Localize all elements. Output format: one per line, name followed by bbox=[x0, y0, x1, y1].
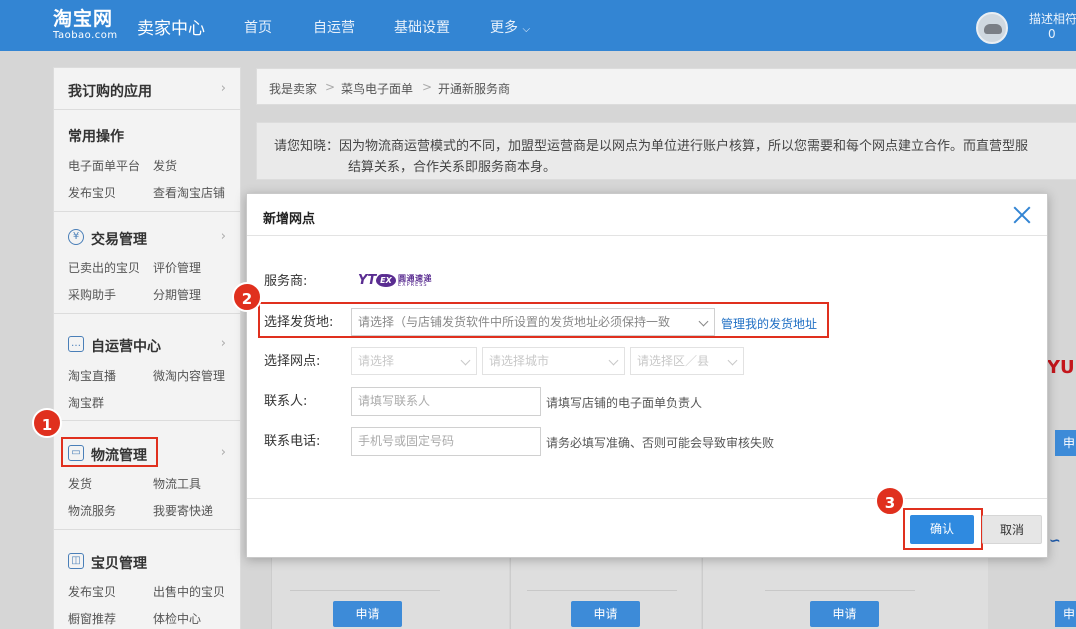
nav-self-operation[interactable]: 自运营 bbox=[313, 17, 355, 37]
sidebar-link[interactable]: 查看淘宝店铺 bbox=[153, 184, 225, 201]
sidebar-link[interactable]: 物流服务 bbox=[68, 502, 116, 519]
chevron-right-icon: › bbox=[220, 229, 226, 244]
breadcrumb-item[interactable]: 我是卖家 bbox=[269, 80, 317, 97]
sidebar-link[interactable]: 发布宝贝 bbox=[68, 184, 116, 201]
sidebar-goods-mgmt[interactable]: 宝贝管理 bbox=[91, 553, 147, 573]
sidebar-link[interactable]: 出售中的宝贝 bbox=[153, 583, 225, 600]
nav-basic-settings[interactable]: 基础设置 bbox=[394, 17, 450, 37]
highlight-logistics-box bbox=[61, 437, 158, 467]
sidebar-link[interactable]: 我要寄快递 bbox=[153, 502, 213, 519]
close-icon[interactable] bbox=[1011, 204, 1033, 226]
apply-button[interactable]: 申 bbox=[1055, 601, 1076, 627]
highlight-ship-from-box bbox=[258, 302, 829, 338]
breadcrumb-item[interactable]: 菜鸟电子面单 bbox=[341, 80, 413, 97]
province-select[interactable]: 请选择 bbox=[351, 347, 477, 375]
breadcrumb-sep: > bbox=[325, 80, 336, 94]
avatar[interactable] bbox=[976, 12, 1008, 44]
sidebar-link[interactable]: 淘宝群 bbox=[68, 394, 104, 411]
city-select[interactable]: 请选择城市 bbox=[482, 347, 625, 375]
divider bbox=[247, 498, 1047, 499]
chevron-down-icon bbox=[608, 355, 619, 366]
sidebar: 我订购的应用 › 常用操作 电子面单平台 发货 发布宝贝 查看淘宝店铺 ¥ 交易… bbox=[53, 67, 241, 629]
chevron-right-icon: › bbox=[220, 81, 226, 96]
dialog-title: 新增网点 bbox=[263, 212, 316, 227]
bag-icon: ◫ bbox=[68, 553, 84, 569]
currency-icon: ¥ bbox=[68, 229, 84, 245]
divider bbox=[54, 109, 240, 110]
sidebar-link[interactable]: 发布宝贝 bbox=[68, 583, 116, 600]
contact-hint: 请填写店铺的电子面单负责人 bbox=[546, 396, 703, 410]
divider bbox=[54, 313, 240, 314]
sidebar-link[interactable]: 电子面单平台 bbox=[68, 157, 140, 174]
step-badge-2: 2 bbox=[232, 282, 262, 312]
sidebar-link[interactable]: 体检中心 bbox=[153, 610, 201, 627]
sidebar-selfop-center[interactable]: 自运营中心 bbox=[91, 336, 161, 356]
apply-button[interactable]: 申请 bbox=[810, 601, 879, 627]
apply-button[interactable]: 申请 bbox=[333, 601, 402, 627]
sidebar-link[interactable]: 淘宝直播 bbox=[68, 367, 116, 384]
sidebar-my-apps[interactable]: 我订购的应用 bbox=[68, 81, 152, 101]
sidebar-link[interactable]: 发货 bbox=[68, 475, 92, 492]
sidebar-link[interactable]: 评价管理 bbox=[153, 259, 201, 276]
sidebar-common-ops: 常用操作 bbox=[68, 129, 124, 145]
breadcrumb: 我是卖家 > 菜鸟电子面单 > 开通新服务商 bbox=[256, 68, 1076, 105]
sidebar-link[interactable]: 已卖出的宝贝 bbox=[68, 259, 140, 276]
apply-button[interactable]: 申请 bbox=[571, 601, 640, 627]
outlet-label: 选择网点: bbox=[264, 354, 321, 369]
nav-more[interactable]: 更多 ⌵ bbox=[490, 17, 530, 37]
chevron-down-icon bbox=[460, 355, 471, 366]
district-select[interactable]: 请选择区／县 bbox=[630, 347, 744, 375]
chevron-down-icon: ⌵ bbox=[522, 24, 531, 35]
breadcrumb-item: 开通新服务商 bbox=[438, 82, 511, 96]
chevron-down-icon bbox=[727, 355, 738, 366]
sidebar-link[interactable]: 微淘内容管理 bbox=[153, 367, 225, 384]
apply-button[interactable]: 申 bbox=[1055, 430, 1076, 456]
notice-banner: 请您知晓：因为物流商运营模式的不同，加盟型运营商是以网点为单位进行账户核算，所以… bbox=[256, 122, 1076, 180]
sidebar-link[interactable]: 物流工具 bbox=[153, 475, 201, 492]
chat-icon: … bbox=[68, 336, 84, 352]
step-badge-3: 3 bbox=[875, 486, 905, 516]
divider bbox=[54, 420, 240, 421]
add-outlet-dialog: 新增网点 服务商: YTO EX 圆通速递 EXPRESS 选择发货地: 请选择… bbox=[246, 193, 1048, 558]
phone-input[interactable]: 手机号或固定号码 bbox=[351, 427, 541, 456]
chevron-right-icon: › bbox=[220, 445, 226, 460]
yto-express-logo: YTO EX 圆通速递 EXPRESS bbox=[358, 273, 432, 288]
step-badge-1: 1 bbox=[32, 408, 62, 438]
divider bbox=[54, 211, 240, 212]
seller-center-title: 卖家中心 bbox=[137, 19, 205, 39]
cancel-button[interactable]: 取消 bbox=[982, 515, 1042, 544]
top-bar: 淘宝网 Taobao.com 卖家中心 首页 自运营 基础设置 更多 ⌵ 描述相… bbox=[0, 0, 1076, 51]
divider bbox=[527, 590, 677, 591]
taobao-logo[interactable]: 淘宝网 Taobao.com bbox=[53, 8, 129, 44]
phone-label: 联系电话: bbox=[264, 434, 321, 449]
dialog-header: 新增网点 bbox=[247, 194, 1047, 236]
sidebar-link[interactable]: 橱窗推荐 bbox=[68, 610, 116, 627]
contact-label: 联系人: bbox=[264, 394, 308, 409]
breadcrumb-sep: > bbox=[422, 80, 433, 94]
highlight-confirm-box bbox=[903, 508, 983, 550]
nav-home[interactable]: 首页 bbox=[244, 17, 272, 37]
desc-score-value: 0 bbox=[1048, 27, 1056, 41]
provider-logo-partial: ∽ bbox=[1049, 533, 1061, 549]
sidebar-link[interactable]: 分期管理 bbox=[153, 286, 201, 303]
sidebar-link[interactable]: 采购助手 bbox=[68, 286, 116, 303]
provider-label: 服务商: bbox=[264, 274, 308, 289]
phone-hint: 请务必填写准确、否则可能会导致审核失败 bbox=[546, 436, 775, 450]
provider-logo-partial: YU bbox=[1047, 357, 1075, 378]
sidebar-trade-mgmt[interactable]: 交易管理 bbox=[91, 229, 147, 249]
divider bbox=[54, 529, 240, 530]
desc-score-label: 描述相符 bbox=[1029, 12, 1076, 26]
chevron-right-icon: › bbox=[220, 336, 226, 351]
divider bbox=[765, 590, 915, 591]
sidebar-link[interactable]: 发货 bbox=[153, 157, 177, 174]
divider bbox=[290, 590, 440, 591]
contact-input[interactable]: 请填写联系人 bbox=[351, 387, 541, 416]
